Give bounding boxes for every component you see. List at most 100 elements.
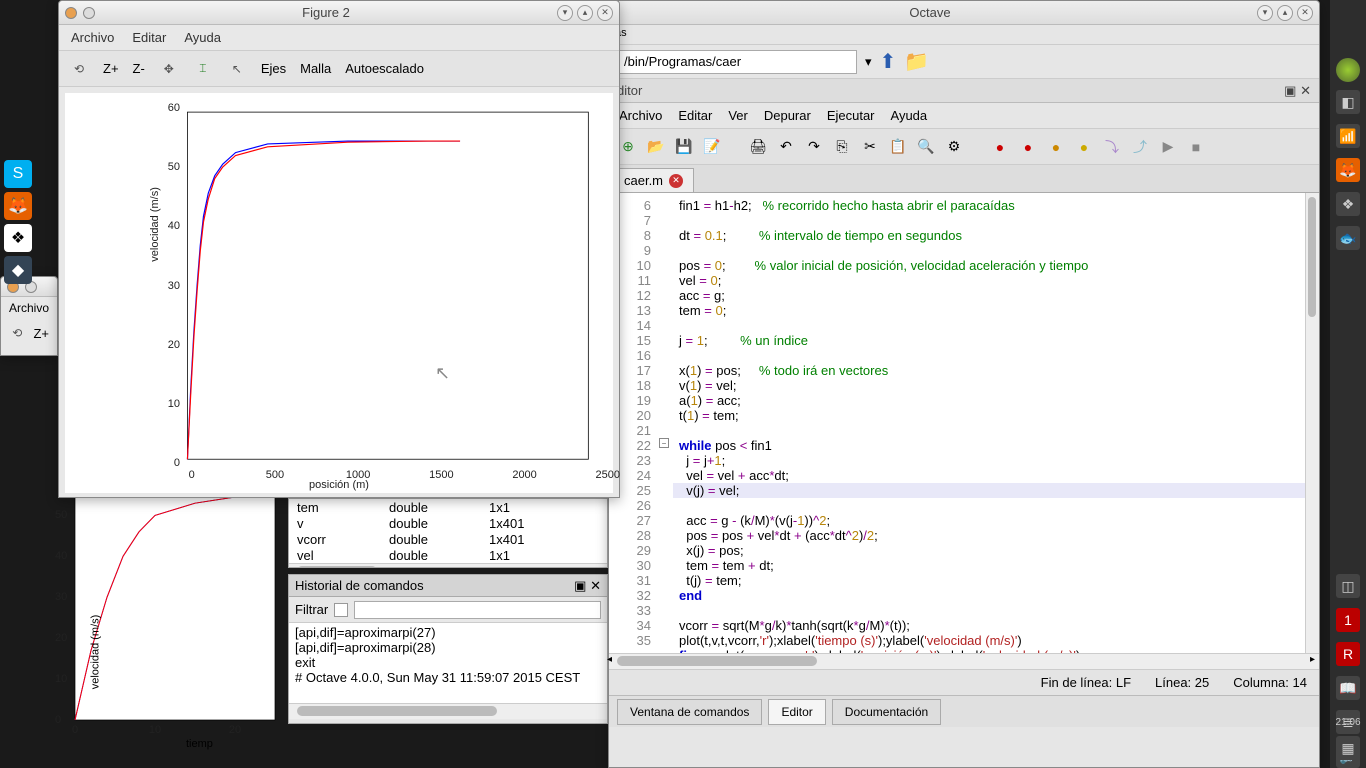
- menu-ver[interactable]: Ver: [728, 108, 748, 123]
- vertical-scrollbar[interactable]: [1305, 193, 1319, 653]
- zoom-out-button[interactable]: Z-: [133, 61, 145, 76]
- dock-app-icon[interactable]: 📖: [1336, 676, 1360, 700]
- menu-ayuda[interactable]: Ayuda: [184, 30, 221, 45]
- dock-app-icon[interactable]: 🐟: [1336, 226, 1360, 250]
- fold-gutter[interactable]: −: [659, 193, 673, 653]
- menu-archivo[interactable]: Archivo: [71, 30, 114, 45]
- menu-archivo[interactable]: Archivo: [1, 297, 57, 319]
- grid-button[interactable]: Malla: [300, 61, 331, 76]
- app-icon[interactable]: ◆: [4, 256, 32, 284]
- print-icon[interactable]: 🖨: [747, 136, 769, 158]
- table-row[interactable]: temdouble1x1: [289, 499, 607, 515]
- rotate-icon[interactable]: ⟲: [9, 323, 25, 343]
- menu-depurar[interactable]: Depurar: [764, 108, 811, 123]
- paste-icon[interactable]: 📋: [887, 136, 909, 158]
- menu-archivo[interactable]: Archivo: [619, 108, 662, 123]
- scrollbar[interactable]: [289, 563, 607, 568]
- dock-app-icon[interactable]: R: [1336, 642, 1360, 666]
- horizontal-scrollbar[interactable]: ▸◂: [609, 653, 1319, 669]
- table-row[interactable]: veldouble1x1: [289, 547, 607, 563]
- close-icon[interactable]: ✕: [590, 578, 601, 593]
- breakpoint-icon[interactable]: ●: [1073, 136, 1095, 158]
- dock-icon[interactable]: ▣: [574, 578, 586, 593]
- workspace-table[interactable]: temdouble1x1vdouble1x401vcorrdouble1x401…: [288, 498, 608, 568]
- menu-editar[interactable]: Editar: [132, 30, 166, 45]
- show-desktop-icon[interactable]: ▦: [1336, 736, 1360, 760]
- close-button[interactable]: ✕: [1297, 5, 1313, 21]
- window-icon: [83, 7, 95, 19]
- dock-app-icon[interactable]: 📶: [1336, 124, 1360, 148]
- close-icon[interactable]: ✕: [1300, 83, 1311, 98]
- save-as-icon[interactable]: 📝: [701, 136, 723, 158]
- pan-icon[interactable]: ✥: [159, 59, 179, 79]
- menu-ejecutar[interactable]: Ejecutar: [827, 108, 875, 123]
- breakpoint-icon[interactable]: ●: [989, 136, 1011, 158]
- run-icon[interactable]: ▶: [1157, 136, 1179, 158]
- firefox-icon[interactable]: 🦊: [4, 192, 32, 220]
- menu-ayuda[interactable]: Ayuda: [891, 108, 928, 123]
- axes-button[interactable]: Ejes: [261, 61, 286, 76]
- plot-area[interactable]: velocidad (m/s) posición (m) ↖ 010203040…: [65, 93, 613, 493]
- dock-app-icon[interactable]: ◫: [1336, 574, 1360, 598]
- maximize-button[interactable]: ▴: [577, 5, 593, 21]
- status-bar: Fin de línea: LF Línea: 25 Columna: 14: [609, 669, 1319, 695]
- autoscale-button[interactable]: Autoescalado: [345, 61, 424, 76]
- undo-icon[interactable]: ↶: [775, 136, 797, 158]
- dock-app-icon[interactable]: ❖: [1336, 192, 1360, 216]
- up-folder-icon[interactable]: ⬆: [880, 49, 897, 74]
- step-icon[interactable]: ⤴: [1129, 136, 1151, 158]
- stop-icon[interactable]: ■: [1185, 136, 1207, 158]
- start-menu-icon[interactable]: [1336, 58, 1360, 82]
- new-file-icon[interactable]: ⊕: [617, 136, 639, 158]
- step-icon[interactable]: ⤵: [1101, 136, 1123, 158]
- zoom-in[interactable]: Z+: [33, 326, 49, 341]
- breakpoint-icon[interactable]: ●: [1045, 136, 1067, 158]
- minimize-button[interactable]: ▾: [557, 5, 573, 21]
- file-tab[interactable]: caer.m ✕: [613, 168, 694, 192]
- dock-app-icon[interactable]: ◧: [1336, 90, 1360, 114]
- pointer-icon[interactable]: ↖: [227, 59, 247, 79]
- menu-editar[interactable]: Editar: [678, 108, 712, 123]
- history-item[interactable]: exit: [295, 655, 601, 670]
- titlebar[interactable]: Figure 2 ▾ ▴ ✕: [59, 1, 619, 25]
- save-icon[interactable]: 💾: [673, 136, 695, 158]
- app-icon[interactable]: ❖: [4, 224, 32, 252]
- filter-input[interactable]: [354, 601, 601, 619]
- history-item[interactable]: [api,dif]=aproximarpi(27): [295, 625, 601, 640]
- tab-documentation[interactable]: Documentación: [832, 699, 941, 725]
- maximize-button[interactable]: ▴: [1277, 5, 1293, 21]
- history-items[interactable]: [api,dif]=aproximarpi(27)[api,dif]=aprox…: [289, 623, 607, 703]
- breakpoint-icon[interactable]: ●: [1017, 136, 1039, 158]
- dropdown-icon[interactable]: ▾: [865, 54, 872, 70]
- close-tab-icon[interactable]: ✕: [669, 174, 683, 188]
- history-item[interactable]: # Octave 4.0.0, Sun May 31 11:59:07 2015…: [295, 670, 601, 685]
- scrollbar[interactable]: [289, 703, 607, 719]
- firefox-icon[interactable]: 🦊: [1336, 158, 1360, 182]
- gear-icon[interactable]: ⚙: [943, 136, 965, 158]
- dock-icon[interactable]: ▣: [1284, 83, 1296, 98]
- history-item[interactable]: [api,dif]=aproximarpi(28): [295, 640, 601, 655]
- cut-icon[interactable]: ✂: [859, 136, 881, 158]
- filter-checkbox[interactable]: [334, 603, 348, 617]
- folder-icon[interactable]: 📁: [904, 49, 929, 74]
- zoom-in-button[interactable]: Z+: [103, 61, 119, 76]
- redo-icon[interactable]: ↷: [803, 136, 825, 158]
- clock[interactable]: 21:06: [1335, 717, 1360, 728]
- tab-editor[interactable]: Editor: [768, 699, 825, 725]
- close-button[interactable]: ✕: [597, 5, 613, 21]
- titlebar[interactable]: Octave ▾ ▴ ✕: [609, 1, 1319, 25]
- find-icon[interactable]: 🔍: [915, 136, 937, 158]
- tab-command-window[interactable]: Ventana de comandos: [617, 699, 762, 725]
- dock-app-icon[interactable]: 1: [1336, 608, 1360, 632]
- skype-icon[interactable]: S: [4, 160, 32, 188]
- path-input[interactable]: [617, 50, 857, 74]
- table-row[interactable]: vcorrdouble1x401: [289, 531, 607, 547]
- open-icon[interactable]: 📂: [645, 136, 667, 158]
- minimize-button[interactable]: ▾: [1257, 5, 1273, 21]
- code-editor[interactable]: 6 7 8 9 10 11 12 13 14 15 16 17 18 19 20…: [609, 193, 1319, 653]
- text-cursor-icon[interactable]: ⌶: [193, 59, 213, 79]
- rotate-icon[interactable]: ⟲: [69, 59, 89, 79]
- table-row[interactable]: vdouble1x401: [289, 515, 607, 531]
- copy-icon[interactable]: ⎘: [831, 136, 853, 158]
- code-content[interactable]: fin1 = h1-h2; % recorrido hecho hasta ab…: [673, 193, 1319, 653]
